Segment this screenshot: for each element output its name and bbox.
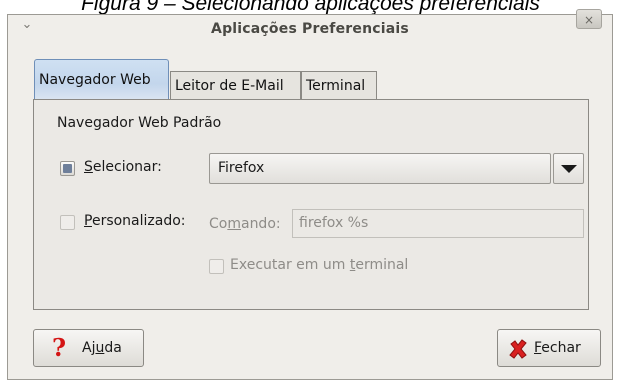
select-label: Selecionar: bbox=[84, 159, 162, 175]
web-browser-panel: Navegador Web Padrão Selecionar: Firefox… bbox=[33, 99, 589, 310]
help-label-pre: Aj bbox=[82, 340, 96, 356]
help-question-icon: ? bbox=[52, 333, 67, 362]
tab-terminal[interactable]: Terminal bbox=[301, 71, 377, 100]
help-label-post: da bbox=[104, 340, 122, 356]
close-button[interactable]: Fechar bbox=[497, 329, 601, 367]
help-button-label: Ajuda bbox=[82, 330, 122, 366]
run-in-terminal-pre: Executar em um bbox=[230, 257, 350, 273]
window-close-button[interactable]: × bbox=[576, 9, 602, 29]
close-x-icon bbox=[509, 339, 527, 359]
select-radio[interactable] bbox=[60, 161, 75, 176]
tab-web-browser[interactable]: Navegador Web bbox=[34, 59, 169, 100]
command-label-pre: Co bbox=[209, 216, 228, 232]
custom-radio[interactable] bbox=[60, 215, 75, 230]
custom-label: Personalizado: bbox=[84, 213, 186, 229]
help-button[interactable]: ? Ajuda bbox=[33, 329, 144, 367]
chevron-down-icon[interactable] bbox=[553, 153, 584, 184]
custom-label-rest: ersonalizado: bbox=[91, 213, 186, 229]
close-label-rest: echar bbox=[541, 340, 581, 356]
command-label-post: ando: bbox=[240, 216, 281, 232]
section-title: Navegador Web Padrão bbox=[57, 115, 222, 131]
preferred-applications-dialog: ⌄ Aplicações Preferenciais × Navegador W… bbox=[7, 9, 613, 380]
window-title: Aplicações Preferenciais bbox=[211, 21, 409, 37]
close-button-label: Fechar bbox=[534, 330, 581, 366]
tab-mail-reader[interactable]: Leitor de E-Mail bbox=[170, 71, 301, 100]
browser-combobox[interactable]: Firefox bbox=[209, 153, 551, 184]
select-label-rest: elecionar: bbox=[92, 159, 162, 175]
run-in-terminal-checkbox[interactable] bbox=[209, 259, 224, 274]
select-label-mnemonic: S bbox=[84, 159, 93, 175]
title-bar: ⌄ Aplicações Preferenciais × bbox=[8, 9, 612, 49]
command-label: Comando: bbox=[209, 216, 281, 232]
command-input[interactable]: firefox %s bbox=[292, 209, 584, 238]
custom-label-mnemonic: P bbox=[84, 213, 92, 229]
command-label-mnemonic: m bbox=[227, 216, 241, 232]
run-in-terminal-post: erminal bbox=[355, 257, 409, 273]
run-in-terminal-label: Executar em um terminal bbox=[230, 257, 408, 273]
help-label-mnemonic: u bbox=[95, 340, 105, 356]
